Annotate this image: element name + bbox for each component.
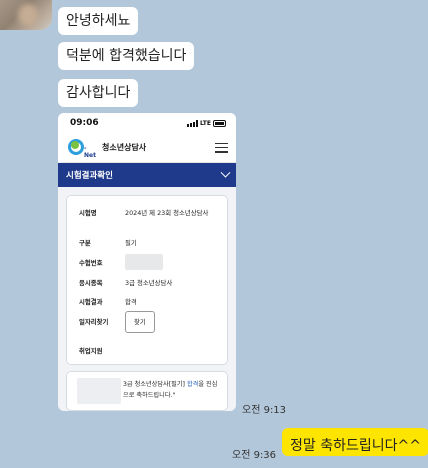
- org-title: 청소년상담사: [102, 143, 147, 152]
- timestamp-incoming: 오전 9:13: [242, 405, 287, 416]
- row-value: 필기: [125, 239, 137, 247]
- qnet-logo[interactable]: -Net: [68, 138, 98, 159]
- network-label: LTE: [199, 119, 211, 127]
- row-value: 3급 청소년상담사: [125, 279, 173, 287]
- message-bubble-1: 안녕하세뇨: [58, 7, 139, 35]
- phone-status-bar: 09:06 LTE: [58, 113, 236, 133]
- site-header: -Net 청소년상담사: [58, 133, 236, 163]
- phone-signal-group: LTE: [186, 119, 226, 127]
- find-button[interactable]: 찾기: [125, 311, 155, 334]
- message-bubble-outgoing: ' 정말 축하드립니다^^: [273, 428, 428, 456]
- outgoing-text: 정말 축하드립니다^^: [290, 438, 421, 454]
- section-nav-bar[interactable]: 시험결과확인: [58, 163, 236, 187]
- battery-icon: [213, 119, 226, 127]
- row-label: 구분: [79, 239, 91, 247]
- message-bubble-3: 감사합니다: [58, 79, 139, 107]
- phone-clock: 09:06: [70, 118, 99, 128]
- timestamp-outgoing: 오전 9:36: [232, 450, 277, 461]
- row-label: 시험결과: [79, 298, 103, 306]
- read-mark: ': [273, 430, 276, 439]
- logo-text: -Net: [84, 144, 96, 159]
- row-label: 취업지원: [79, 347, 103, 355]
- row-label: 수험번호: [79, 259, 103, 267]
- signal-icon: [186, 119, 198, 127]
- redacted-name: [77, 378, 121, 404]
- result-value: 합격: [125, 298, 137, 306]
- hamburger-menu-icon[interactable]: [215, 142, 228, 153]
- row-label: 시험명: [79, 209, 97, 217]
- shared-screenshot[interactable]: 09:06 LTE -Net 청소년상담사 시험결과확인 시험명 2024년 제…: [58, 113, 236, 411]
- message-bubble-2: 덕분에 합격했습니다: [58, 42, 195, 70]
- result-card: 시험명 2024년 제 23회 청소년상담사 구분 필기 수험번호 응시종목 3…: [66, 195, 228, 365]
- row-label: 일자리찾기: [79, 318, 109, 326]
- redacted-number: [125, 254, 163, 270]
- section-title: 시험결과확인: [66, 171, 113, 181]
- congrats-notice: 3급 청소년상담사[필기] 합격을 진심으로 축하드립니다.": [66, 371, 228, 411]
- profile-avatar[interactable]: [0, 0, 52, 30]
- row-value: 2024년 제 23회 청소년상담사: [125, 209, 209, 217]
- row-label: 응시종목: [79, 279, 103, 287]
- congrats-text: 3급 청소년상담사[필기] 합격을 진심으로 축하드립니다.": [123, 381, 218, 399]
- chevron-down-icon[interactable]: [220, 167, 231, 178]
- pass-highlight: 합격: [186, 381, 199, 388]
